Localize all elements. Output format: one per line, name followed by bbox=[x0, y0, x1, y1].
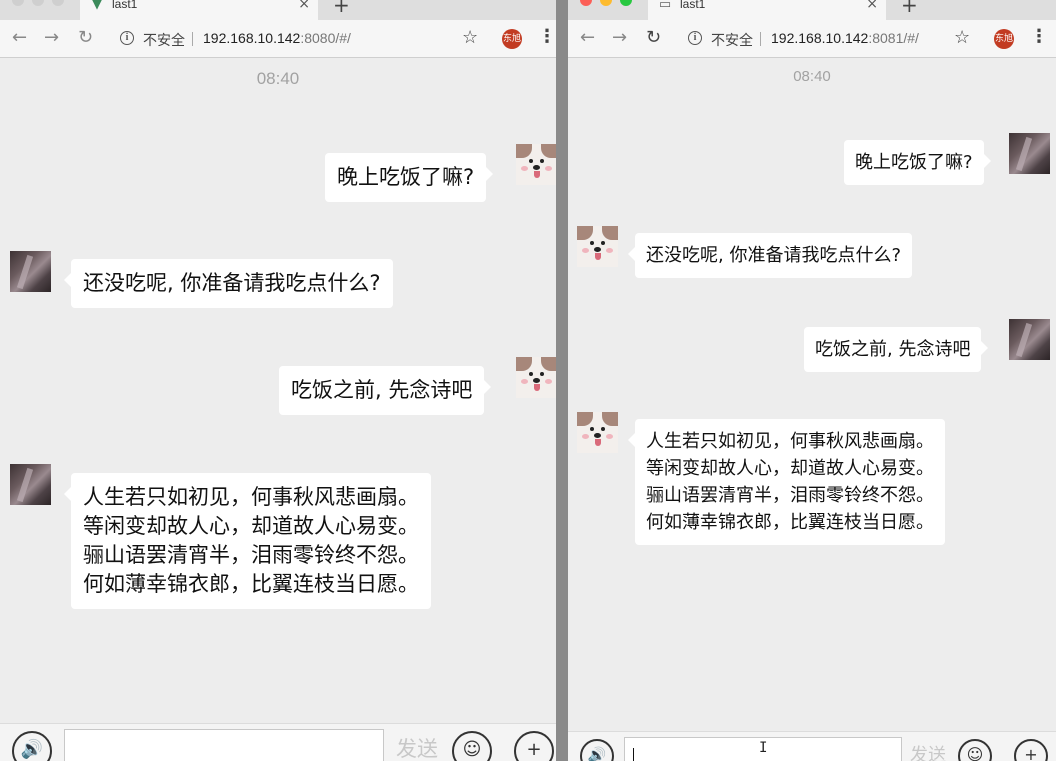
voice-icon[interactable]: 🔊 bbox=[12, 731, 52, 761]
avatar bbox=[577, 412, 618, 453]
message-bubble: 吃饭之前, 先念诗吧 bbox=[279, 366, 492, 415]
url-host: 192.168.10.142 bbox=[203, 30, 301, 46]
emoji-icon[interactable]: ☺ bbox=[958, 739, 992, 761]
timestamp: 08:40 bbox=[256, 69, 300, 88]
ibeam-cursor-icon: I bbox=[759, 740, 768, 756]
right-browser-window: ▭ last1 × + ← → ↻ i 不安全 192.168.10.142:8… bbox=[568, 0, 1056, 761]
maximize-window-button[interactable] bbox=[52, 0, 64, 6]
message-input[interactable]: I bbox=[624, 737, 902, 761]
profile-avatar[interactable]: 东旭 bbox=[502, 29, 522, 49]
plus-icon[interactable]: + bbox=[514, 731, 554, 761]
url-separator bbox=[192, 32, 193, 46]
voice-icon[interactable]: 🔊 bbox=[580, 739, 614, 761]
text-caret bbox=[633, 748, 634, 761]
chat-area: 08:40 晚上吃饭了嘛? 还没吃呢, 你准备请我吃点什么? 吃饭之前, 先念诗… bbox=[0, 58, 556, 761]
avatar bbox=[10, 464, 51, 505]
close-tab-icon[interactable]: × bbox=[298, 0, 310, 11]
toolbar: ← → ↻ i 不安全 192.168.10.142:8080/#/ ☆ 东旭 … bbox=[0, 20, 556, 58]
avatar bbox=[10, 251, 51, 292]
message-bubble: 吃饭之前, 先念诗吧 bbox=[804, 327, 989, 372]
plus-icon[interactable]: + bbox=[1014, 739, 1048, 761]
vue-favicon-icon: ▼ bbox=[92, 0, 102, 12]
reload-icon[interactable]: ↻ bbox=[646, 28, 661, 48]
avatar bbox=[1009, 319, 1050, 360]
maximize-window-button[interactable] bbox=[620, 0, 632, 6]
close-window-button[interactable] bbox=[12, 0, 24, 6]
input-bar: 🔊 发送 ☺ + bbox=[0, 723, 556, 761]
reload-icon[interactable]: ↻ bbox=[78, 28, 93, 48]
chat-area: 08:40 晚上吃饭了嘛? 还没吃呢, 你准备请我吃点什么? 吃饭之前, 先念诗… bbox=[568, 58, 1056, 761]
toolbar: ← → ↻ i 不安全 192.168.10.142:8081/#/ ☆ 东旭 … bbox=[568, 20, 1056, 58]
message-bubble: 人生若只如初见，何事秋风悲画扇。 等闲变却故人心，却道故人心易变。 骊山语罢清宵… bbox=[64, 473, 431, 609]
message-bubble: 还没吃呢, 你准备请我吃点什么? bbox=[628, 233, 912, 278]
address-bar[interactable]: 192.168.10.142:8080/#/ bbox=[203, 30, 351, 46]
address-bar[interactable]: 192.168.10.142:8081/#/ bbox=[771, 30, 919, 46]
message-input[interactable] bbox=[64, 729, 384, 761]
left-browser-window: ▼ last1 × + ← → ↻ i 不安全 192.168.10.142:8… bbox=[0, 0, 556, 761]
avatar bbox=[516, 357, 556, 398]
insecure-label[interactable]: 不安全 bbox=[143, 30, 185, 50]
menu-icon[interactable]: ⋮ bbox=[538, 27, 556, 47]
message-bubble: 还没吃呢, 你准备请我吃点什么? bbox=[64, 259, 393, 308]
site-info-icon[interactable]: i bbox=[120, 31, 134, 45]
tab-last1[interactable]: ▭ last1 × bbox=[648, 0, 886, 20]
message-bubble: 晚上吃饭了嘛? bbox=[325, 153, 494, 202]
message-bubble: 晚上吃饭了嘛? bbox=[844, 140, 991, 185]
back-icon[interactable]: ← bbox=[12, 28, 27, 48]
url-separator bbox=[760, 32, 761, 46]
page-favicon-icon: ▭ bbox=[658, 0, 672, 12]
timestamp: 08:40 bbox=[793, 68, 831, 85]
new-tab-button[interactable]: + bbox=[333, 0, 350, 15]
forward-icon[interactable]: → bbox=[612, 28, 627, 48]
avatar bbox=[1009, 133, 1050, 174]
tab-last1[interactable]: ▼ last1 × bbox=[80, 0, 318, 20]
avatar bbox=[577, 226, 618, 267]
site-info-icon[interactable]: i bbox=[688, 31, 702, 45]
minimize-window-button[interactable] bbox=[600, 0, 612, 6]
emoji-icon[interactable]: ☺ bbox=[452, 731, 492, 761]
minimize-window-button[interactable] bbox=[32, 0, 44, 6]
tab-title: last1 bbox=[112, 0, 138, 11]
close-window-button[interactable] bbox=[580, 0, 592, 6]
send-button[interactable]: 发送 bbox=[910, 741, 946, 761]
window-divider bbox=[556, 0, 568, 761]
insecure-label[interactable]: 不安全 bbox=[711, 30, 753, 50]
close-tab-icon[interactable]: × bbox=[866, 0, 878, 11]
tab-strip: ▭ last1 × + bbox=[568, 0, 1056, 20]
tab-strip: ▼ last1 × + bbox=[0, 0, 556, 20]
window-controls bbox=[12, 0, 64, 6]
input-bar: 🔊 I 发送 ☺ + bbox=[568, 731, 1056, 761]
url-path: :8080/#/ bbox=[300, 30, 351, 46]
send-button[interactable]: 发送 bbox=[396, 733, 438, 761]
back-icon[interactable]: ← bbox=[580, 28, 595, 48]
window-controls bbox=[580, 0, 632, 6]
bookmark-star-icon[interactable]: ☆ bbox=[462, 27, 478, 48]
menu-icon[interactable]: ⋮ bbox=[1030, 27, 1048, 47]
profile-avatar[interactable]: 东旭 bbox=[994, 29, 1014, 49]
url-path: :8081/#/ bbox=[868, 30, 919, 46]
tab-title: last1 bbox=[680, 0, 706, 11]
message-bubble: 人生若只如初见，何事秋风悲画扇。 等闲变却故人心，却道故人心易变。 骊山语罢清宵… bbox=[628, 419, 945, 545]
avatar bbox=[516, 144, 556, 185]
url-host: 192.168.10.142 bbox=[771, 30, 869, 46]
forward-icon[interactable]: → bbox=[44, 28, 59, 48]
new-tab-button[interactable]: + bbox=[901, 0, 918, 15]
bookmark-star-icon[interactable]: ☆ bbox=[954, 27, 970, 48]
